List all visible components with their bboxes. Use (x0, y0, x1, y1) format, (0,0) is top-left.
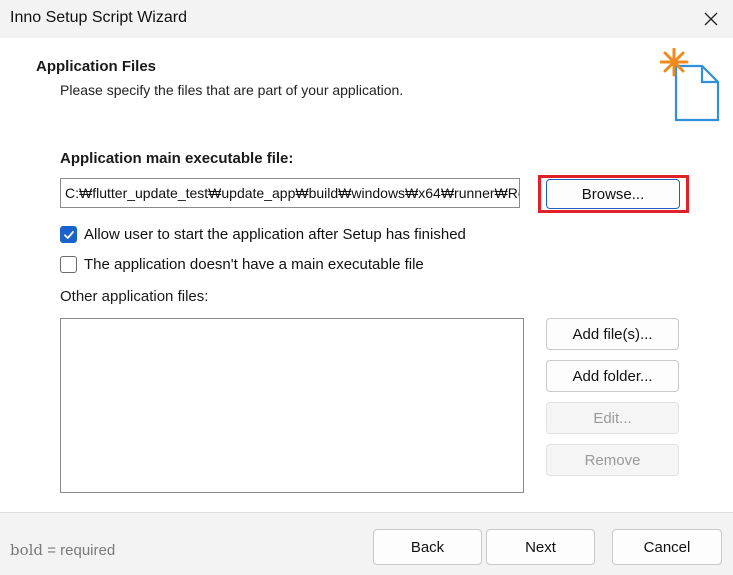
main-exe-field[interactable]: C:₩flutter_update_test₩update_app₩build₩… (60, 178, 520, 208)
other-files-label: Other application files: (60, 288, 209, 305)
close-icon (704, 12, 718, 26)
allow-start-label: Allow user to start the application afte… (84, 226, 466, 243)
no-exe-label: The application doesn't have a main exec… (84, 256, 424, 273)
add-files-button[interactable]: Add file(s)... (546, 318, 679, 350)
page-subtitle: Please specify the files that are part o… (60, 82, 404, 98)
title-bar: Inno Setup Script Wizard (0, 0, 733, 38)
required-note-bold: bold (10, 541, 44, 559)
window-title: Inno Setup Script Wizard (10, 9, 187, 26)
close-button[interactable] (689, 0, 733, 38)
required-note-rest: = required (43, 542, 116, 559)
no-exe-option[interactable]: The application doesn't have a main exec… (60, 256, 424, 273)
remove-button[interactable]: Remove (546, 444, 679, 476)
main-exe-label: Application main executable file: (60, 150, 294, 167)
page-title: Application Files (36, 58, 157, 75)
edit-button[interactable]: Edit... (546, 402, 679, 434)
next-button[interactable]: Next (486, 529, 595, 565)
cancel-button[interactable]: Cancel (612, 529, 722, 565)
allow-start-checkbox[interactable] (60, 226, 77, 243)
back-button[interactable]: Back (373, 529, 482, 565)
browse-button[interactable]: Browse... (546, 179, 680, 209)
checkmark-icon (63, 230, 74, 239)
allow-start-option[interactable]: Allow user to start the application afte… (60, 226, 466, 243)
no-exe-checkbox[interactable] (60, 256, 77, 273)
required-note: bold = required (10, 541, 115, 559)
wizard-page-icon (660, 48, 720, 122)
other-files-list[interactable] (60, 318, 524, 493)
add-folder-button[interactable]: Add folder... (546, 360, 679, 392)
